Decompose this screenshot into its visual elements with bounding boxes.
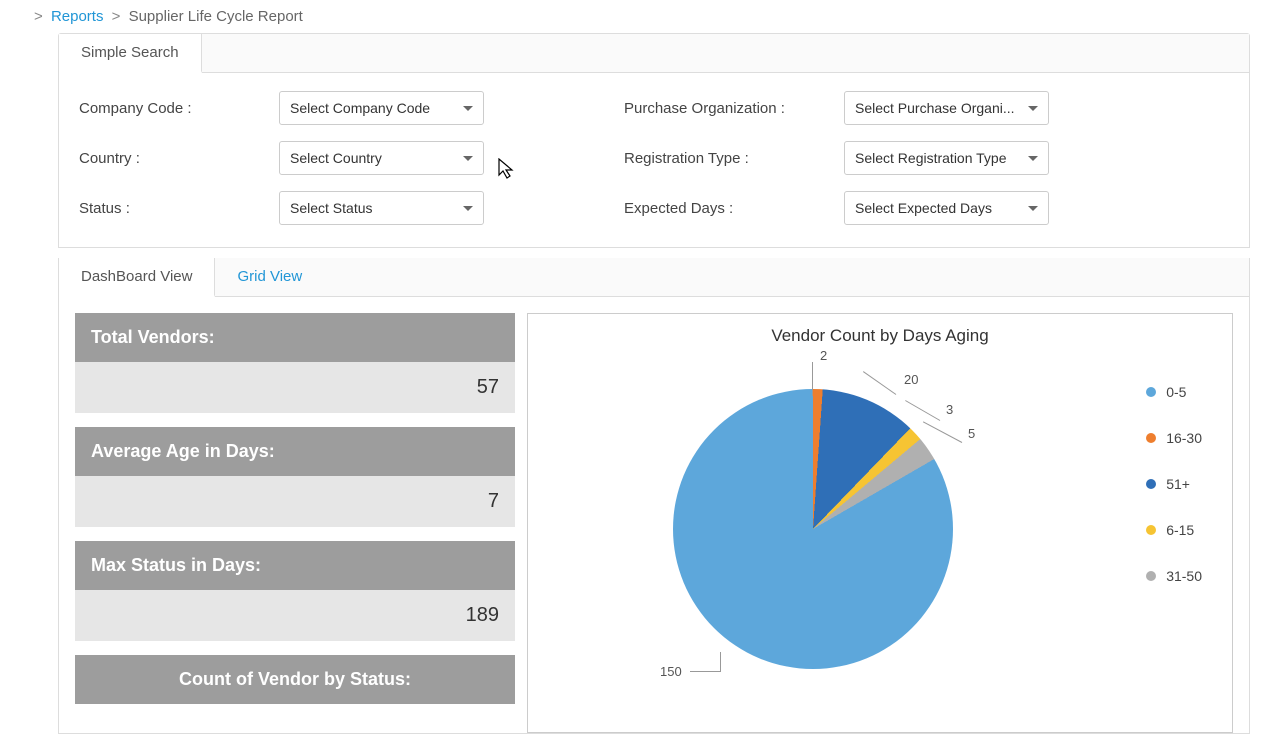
label-status: Status :: [79, 200, 259, 217]
dropdown-value: Select Company Code: [290, 100, 430, 116]
summary-cards: Total Vendors: 57 Average Age in Days: 7…: [75, 313, 515, 733]
dropdown-value: Select Status: [290, 200, 373, 216]
chart-vendor-aging: Vendor Count by Days Aging 2 20 3 5: [527, 313, 1233, 733]
label-purchase-org: Purchase Organization :: [624, 100, 824, 117]
legend-dot: [1146, 571, 1156, 581]
dropdown-country[interactable]: Select Country: [279, 141, 484, 175]
card-total-vendors-value: 57: [75, 362, 515, 413]
legend-label: 51+: [1166, 476, 1190, 492]
caret-down-icon: [463, 106, 473, 111]
pie-chart: [673, 389, 953, 669]
dropdown-value: Select Expected Days: [855, 200, 992, 216]
tab-grid-view[interactable]: Grid View: [215, 258, 324, 296]
legend-item-31-50: 31-50: [1146, 568, 1202, 584]
label-registration-type: Registration Type :: [624, 150, 824, 167]
callout-3: 3: [946, 402, 953, 417]
dropdown-status[interactable]: Select Status: [279, 191, 484, 225]
search-panel: Simple Search Company Code : Select Comp…: [58, 33, 1250, 248]
dropdown-value: Select Country: [290, 150, 382, 166]
dropdown-value: Select Registration Type: [855, 150, 1007, 166]
card-avg-age-label: Average Age in Days:: [75, 427, 515, 476]
filters: Company Code : Select Company Code Count…: [59, 73, 1249, 247]
callout-20: 20: [904, 372, 918, 387]
callout-5: 5: [968, 426, 975, 441]
filter-column-right: Purchase Organization : Select Purchase …: [624, 91, 1049, 225]
filter-registration-type: Registration Type : Select Registration …: [624, 141, 1049, 175]
breadcrumb: > Reports > Supplier Life Cycle Report: [0, 0, 1280, 33]
legend-label: 16-30: [1166, 430, 1202, 446]
legend-label: 0-5: [1166, 384, 1186, 400]
callout-150: 150: [660, 664, 682, 679]
card-total-vendors-label: Total Vendors:: [75, 313, 515, 362]
filter-company-code: Company Code : Select Company Code: [79, 91, 484, 125]
search-tabs: Simple Search: [59, 34, 1249, 73]
tab-dashboard-view[interactable]: DashBoard View: [59, 258, 215, 297]
card-avg-age-value: 7: [75, 476, 515, 527]
tab-simple-search[interactable]: Simple Search: [59, 34, 202, 73]
legend-item-16-30: 16-30: [1146, 430, 1202, 446]
dropdown-purchase-org[interactable]: Select Purchase Organi...: [844, 91, 1049, 125]
legend-dot: [1146, 387, 1156, 397]
caret-down-icon: [1028, 156, 1038, 161]
chart-title: Vendor Count by Days Aging: [536, 326, 1224, 346]
pie-graphic: [673, 389, 953, 669]
filter-column-left: Company Code : Select Company Code Count…: [79, 91, 484, 225]
legend-label: 6-15: [1166, 522, 1194, 538]
view-panel: DashBoard View Grid View Total Vendors: …: [58, 258, 1250, 734]
legend-item-0-5: 0-5: [1146, 384, 1202, 400]
caret-down-icon: [463, 156, 473, 161]
caret-down-icon: [463, 206, 473, 211]
chevron-right-icon: >: [112, 8, 121, 25]
filter-expected-days: Expected Days : Select Expected Days: [624, 191, 1049, 225]
chart-legend: 0-5 16-30 51+ 6-15 31-50: [1146, 384, 1202, 584]
label-country: Country :: [79, 150, 259, 167]
callout-2: 2: [820, 348, 827, 363]
dropdown-value: Select Purchase Organi...: [855, 100, 1015, 116]
legend-item-6-15: 6-15: [1146, 522, 1202, 538]
filter-country: Country : Select Country: [79, 141, 484, 175]
caret-down-icon: [1028, 106, 1038, 111]
filter-status: Status : Select Status: [79, 191, 484, 225]
view-tabs: DashBoard View Grid View: [59, 258, 1249, 297]
dropdown-expected-days[interactable]: Select Expected Days: [844, 191, 1049, 225]
breadcrumb-reports-link[interactable]: Reports: [51, 8, 104, 25]
legend-label: 31-50: [1166, 568, 1202, 584]
dropdown-registration-type[interactable]: Select Registration Type: [844, 141, 1049, 175]
legend-dot: [1146, 433, 1156, 443]
caret-down-icon: [1028, 206, 1038, 211]
chevron-right-icon: >: [34, 8, 43, 25]
card-count-by-status-label: Count of Vendor by Status:: [75, 655, 515, 704]
legend-dot: [1146, 525, 1156, 535]
card-max-status-value: 189: [75, 590, 515, 641]
breadcrumb-current: Supplier Life Cycle Report: [129, 8, 303, 25]
label-company-code: Company Code :: [79, 100, 259, 117]
label-expected-days: Expected Days :: [624, 200, 824, 217]
legend-dot: [1146, 479, 1156, 489]
dashboard-body: Total Vendors: 57 Average Age in Days: 7…: [59, 297, 1249, 733]
card-max-status-label: Max Status in Days:: [75, 541, 515, 590]
dropdown-company-code[interactable]: Select Company Code: [279, 91, 484, 125]
legend-item-51plus: 51+: [1146, 476, 1202, 492]
filter-purchase-org: Purchase Organization : Select Purchase …: [624, 91, 1049, 125]
